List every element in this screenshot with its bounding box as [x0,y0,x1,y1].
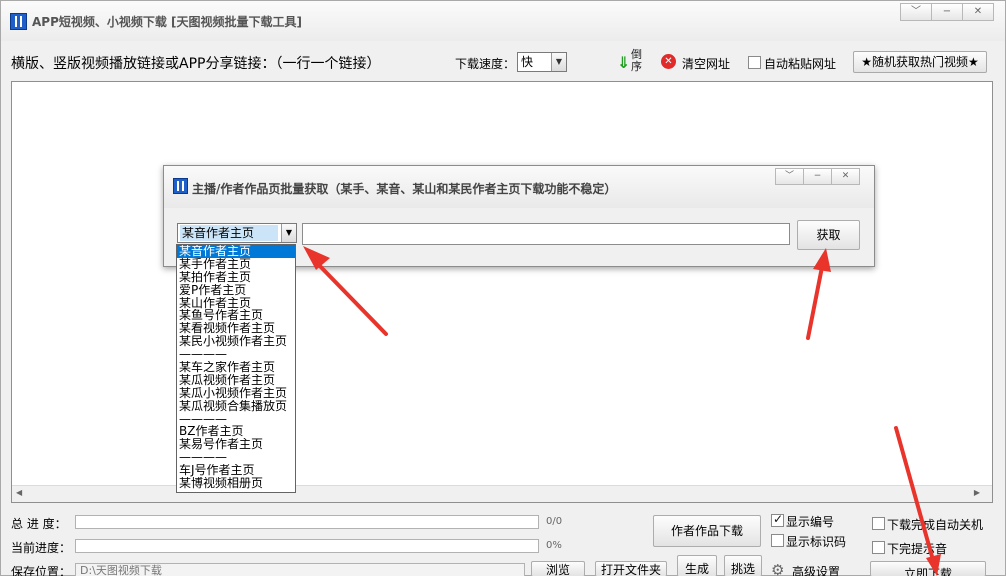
app-icon [10,13,27,30]
reverse-label: 倒序 [631,48,642,73]
auto-paste-label: 自动粘贴网址 [764,57,837,71]
total-progress-value: 0/0 [546,516,563,527]
close-button[interactable]: ✕ [962,3,994,21]
dropdown-option[interactable]: 某看视频作者主页 [177,322,295,335]
chevron-down-icon: ▼ [551,53,566,71]
horizontal-scrollbar[interactable]: ◀ ▶ [12,485,992,502]
speed-value: 快 [521,55,534,69]
total-progress-bar [75,515,539,529]
show-number-checkbox[interactable] [771,512,784,527]
dropdown-option[interactable]: 某车之家作者主页 [177,361,295,374]
window-menu-button[interactable]: ﹀ [900,3,932,21]
url-textarea[interactable]: ◀ ▶ [11,81,993,503]
scroll-left-icon[interactable]: ◀ [16,488,22,497]
auto-shutdown-label: 下载完成自动关机 [887,518,984,532]
down-arrow-icon: ⇓ [617,53,631,72]
current-progress-bar [75,539,539,553]
dropdown-option[interactable]: 某音作者主页 [177,245,295,258]
window-title: APP短视频、小视频下载 [天图视频批量下载工具] [32,15,303,29]
auto-paste-checkbox[interactable] [748,56,761,69]
dialog-app-icon [173,178,188,194]
dropdown-option[interactable]: 某易号作者主页 [177,438,295,451]
show-number-label: 显示编号 [786,515,835,529]
total-progress-label: 总 进 度： [11,517,67,531]
dialog-title: 主播/作者作品页批量获取（某手、某音、某山和某民作者主页下载功能不稳定） [192,182,617,196]
generate-button[interactable]: 生成 [677,555,717,576]
toolbar: 横版、竖版视频播放链接或APP分享链接：（一行一个链接） 下载速度： 快 ▼ ⇓… [1,47,1005,77]
random-hot-video-button[interactable]: ★随机获取热门视频★ [853,51,987,73]
clear-urls-button[interactable]: 清空网址 [682,55,730,72]
dropdown-option[interactable]: 某拍作者主页 [177,271,295,284]
get-button[interactable]: 获取 [797,220,860,250]
current-progress-label: 当前进度： [11,541,72,555]
browse-button[interactable]: 浏览 [531,561,585,576]
minimize-button[interactable]: − [931,3,963,21]
dropdown-option[interactable]: 某博视频相册页 [177,477,295,490]
show-id-checkbox[interactable] [771,534,784,547]
download-now-button[interactable]: 立即下载 [870,561,986,576]
show-id-label: 显示标识码 [786,535,847,549]
author-download-button[interactable]: 作者作品下载 [653,515,761,547]
author-url-input[interactable] [302,223,790,245]
author-type-dropdown[interactable]: 某音作者主页 某手作者主页 某拍作者主页 爱P作者主页 某山作者主页 某鱼号作者主页 某看视… [176,244,296,493]
scroll-right-icon[interactable]: ▶ [974,488,980,497]
main-window: APP短视频、小视频下载 [天图视频批量下载工具] ﹀ − ✕ 横版、竖版视频播… [0,0,1006,576]
reverse-order-button[interactable]: ⇓ 倒序 [617,49,647,75]
advanced-settings-button[interactable]: 高级设置 [792,563,840,576]
dropdown-option[interactable]: ———— [177,413,295,426]
done-sound-label: 下完提示音 [887,542,948,556]
dialog-minimize-button[interactable]: − [803,168,832,185]
clear-icon[interactable]: ✕ [661,54,676,69]
dropdown-option[interactable]: 爱P作者主页 [177,284,295,297]
pick-button[interactable]: 挑选 [724,555,762,576]
speed-label: 下载速度： [455,57,516,71]
done-sound-checkbox[interactable] [872,541,885,554]
dropdown-option[interactable]: 某瓜视频作者主页 [177,374,295,387]
dropdown-option[interactable]: 某瓜视频合集播放页 [177,400,295,413]
dropdown-option[interactable]: 某民小视频作者主页 [177,335,295,348]
author-type-select[interactable]: 某音作者主页 ▼ [177,223,297,243]
title-bar: APP短视频、小视频下载 [天图视频批量下载工具] ﹀ − ✕ [1,1,1005,41]
current-progress-value: 0% [546,540,562,551]
url-label: 横版、竖版视频播放链接或APP分享链接：（一行一个链接） [11,56,381,72]
dropdown-option[interactable]: 车J号作者主页 [177,464,295,477]
dropdown-option[interactable]: ———— [177,451,295,464]
gear-icon[interactable]: ⚙ [771,561,784,576]
save-path-field[interactable]: D:\天图视频下载 [75,563,525,576]
save-location-label: 保存位置： [11,565,72,576]
open-folder-button[interactable]: 打开文件夹 [595,561,667,576]
dropdown-option[interactable]: ———— [177,348,295,361]
auto-shutdown-checkbox[interactable] [872,517,885,530]
dropdown-option[interactable]: 某手作者主页 [177,258,295,271]
speed-select[interactable]: 快 ▼ [517,52,567,72]
dropdown-option[interactable]: 某山作者主页 [177,297,295,310]
dropdown-option[interactable]: 某鱼号作者主页 [177,309,295,322]
chevron-down-icon: ▼ [281,224,296,242]
dialog-close-button[interactable]: ✕ [831,168,860,185]
dialog-menu-button[interactable]: ﹀ [775,168,804,185]
author-type-value: 某音作者主页 [180,225,278,241]
dialog-title-bar: 主播/作者作品页批量获取（某手、某音、某山和某民作者主页下载功能不稳定） ﹀ −… [164,166,874,208]
dropdown-option[interactable]: 某瓜小视频作者主页 [177,387,295,400]
dropdown-option[interactable]: BZ作者主页 [177,425,295,438]
